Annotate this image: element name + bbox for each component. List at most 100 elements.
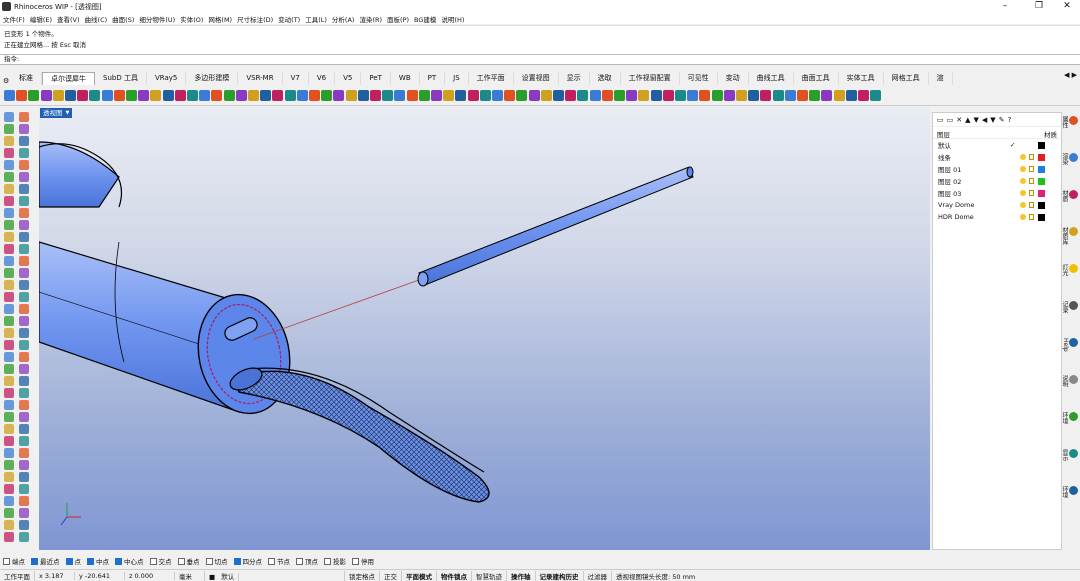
toolbar-command-icon[interactable] <box>662 90 674 101</box>
toolbar-command-icon[interactable] <box>150 90 162 101</box>
status-toggle[interactable]: 物件锁点 <box>437 570 472 581</box>
toolbar-command-icon[interactable] <box>174 90 186 101</box>
toolbar-command-icon[interactable] <box>382 90 394 101</box>
side-tab[interactable]: Help <box>1062 338 1078 352</box>
command-line[interactable]: 指令: <box>0 54 1080 65</box>
tab-visibility[interactable]: 可见性 <box>680 72 718 85</box>
left-tool-icon[interactable] <box>19 184 29 194</box>
tab-js[interactable]: JS <box>445 72 469 85</box>
menu-dimension[interactable]: 尺寸标注(D) <box>237 14 273 24</box>
toolbar-command-icon[interactable] <box>162 90 174 101</box>
left-tool-icon[interactable] <box>4 400 14 410</box>
left-tool-icon[interactable] <box>19 208 29 218</box>
osnap-checkbox[interactable]: 中点 <box>87 556 109 566</box>
osnap-checkbox[interactable]: 节点 <box>268 556 290 566</box>
left-tool-icon[interactable] <box>4 340 14 350</box>
toolbar-command-icon[interactable] <box>418 90 430 101</box>
toolbar-command-icon[interactable] <box>431 90 442 101</box>
left-tool-icon[interactable] <box>4 208 14 218</box>
minimize-button[interactable]: – <box>990 0 1020 13</box>
checkbox-box[interactable] <box>205 557 213 565</box>
close-button[interactable]: ✕ <box>1052 0 1080 13</box>
left-tool-icon[interactable] <box>4 112 14 122</box>
toolbar-command-icon[interactable] <box>614 90 625 101</box>
menu-tools[interactable]: 工具(L) <box>305 14 327 24</box>
left-tool-icon[interactable] <box>19 316 29 326</box>
left-tool-icon[interactable] <box>19 136 29 146</box>
tab-surface-tools[interactable]: 曲面工具 <box>794 72 839 85</box>
menu-file[interactable]: 文件(F) <box>3 14 25 24</box>
toolbar-command-icon[interactable] <box>687 90 699 101</box>
lock-icon[interactable] <box>1029 202 1034 208</box>
toolbar-command-icon[interactable] <box>272 90 284 101</box>
lock-icon[interactable] <box>1029 214 1034 220</box>
layer-color-swatch[interactable] <box>1038 177 1045 185</box>
left-tool-icon[interactable] <box>19 520 29 530</box>
menu-view[interactable]: 查看(V) <box>57 14 80 24</box>
left-tool-icon[interactable] <box>4 316 14 326</box>
lock-icon[interactable] <box>1029 178 1034 184</box>
menu-help[interactable]: 说明(H) <box>441 14 464 24</box>
osnap-checkbox[interactable]: 中心点 <box>115 556 144 566</box>
layer-color-swatch[interactable] <box>1038 141 1045 149</box>
tab-standard[interactable]: 标准 <box>11 72 42 85</box>
toolbar-command-icon[interactable] <box>443 90 455 101</box>
left-tool-icon[interactable] <box>4 244 14 254</box>
osnap-checkbox[interactable]: 点 <box>65 556 81 566</box>
tab-pet[interactable]: PeT <box>361 72 391 85</box>
left-tool-icon[interactable] <box>4 184 14 194</box>
toolbar-command-icon[interactable] <box>321 90 333 101</box>
tab-display[interactable]: 显示 <box>559 72 590 85</box>
left-tool-icon[interactable] <box>19 292 29 302</box>
side-tab[interactable]: 属性 <box>1061 116 1078 128</box>
left-tool-icon[interactable] <box>19 400 29 410</box>
toolbar-command-icon[interactable] <box>784 90 796 101</box>
checkbox-box[interactable] <box>352 557 359 565</box>
checkbox-box[interactable] <box>149 557 157 565</box>
left-tool-icon[interactable] <box>4 328 14 338</box>
left-tool-icon[interactable] <box>19 508 29 518</box>
toolbar-command-icon[interactable] <box>126 90 137 101</box>
left-tool-icon[interactable] <box>19 328 29 338</box>
menu-edit[interactable]: 编辑(E) <box>30 14 52 24</box>
osnap-checkbox[interactable]: 四分点 <box>233 556 262 566</box>
visibility-bulb-icon[interactable] <box>1020 154 1026 160</box>
layer-row[interactable]: HDR Dome <box>933 211 1061 223</box>
menu-surface[interactable]: 曲面(S) <box>112 14 134 24</box>
toolbar-command-icon[interactable] <box>601 90 613 101</box>
help-icon[interactable]: ? <box>1008 116 1012 124</box>
tools-icon[interactable]: ✎ <box>999 116 1005 124</box>
toolbar-command-icon[interactable] <box>65 90 76 101</box>
left-tool-icon[interactable] <box>19 112 29 122</box>
side-tab[interactable]: 材质 <box>1061 190 1078 202</box>
toolbar-command-icon[interactable] <box>833 90 845 101</box>
lock-icon[interactable] <box>1029 166 1034 172</box>
toolbar-command-icon[interactable] <box>260 90 272 101</box>
toolbar-command-icon[interactable] <box>748 90 760 101</box>
toolbar-command-icon[interactable] <box>504 90 516 101</box>
checkbox-box[interactable] <box>268 557 275 565</box>
left-tool-icon[interactable] <box>4 292 14 302</box>
toolbar-command-icon[interactable] <box>52 90 64 101</box>
checkbox-box[interactable] <box>177 557 185 565</box>
left-tool-icon[interactable] <box>19 148 29 158</box>
side-tab[interactable]: 记录 <box>1061 301 1078 313</box>
toolbar-command-icon[interactable] <box>540 90 552 101</box>
current-layer-check-icon[interactable]: ✓ <box>1010 141 1018 149</box>
checkbox-box[interactable] <box>296 557 303 565</box>
left-tool-icon[interactable] <box>4 532 14 542</box>
side-tab[interactable]: 环境 <box>1061 486 1078 498</box>
toolbar-command-icon[interactable] <box>711 90 723 101</box>
toolbar-command-icon[interactable] <box>296 90 308 101</box>
osnap-checkbox[interactable]: 顶点 <box>296 556 318 566</box>
menu-solid[interactable]: 实体(O) <box>180 14 203 24</box>
lock-icon[interactable] <box>1029 154 1034 160</box>
left-tool-icon[interactable] <box>19 412 29 422</box>
filter-icon[interactable]: ▼ <box>990 116 995 124</box>
toolbar-command-icon[interactable] <box>516 90 528 101</box>
left-tool-icon[interactable] <box>19 124 29 134</box>
tab-vray5[interactable]: VRay5 <box>147 72 187 85</box>
left-tool-icon[interactable] <box>4 124 14 134</box>
tab-v6[interactable]: V6 <box>309 72 336 85</box>
tab-v5[interactable]: V5 <box>335 72 362 85</box>
